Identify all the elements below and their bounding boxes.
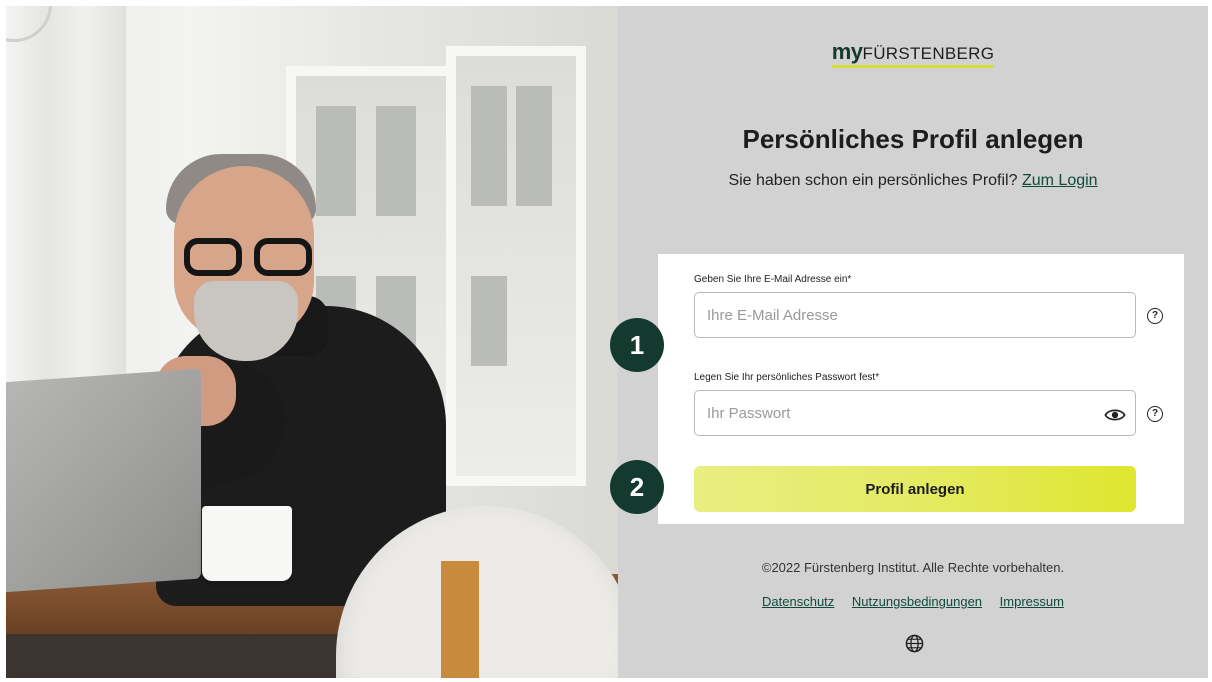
email-input[interactable] xyxy=(694,292,1136,338)
globe-icon[interactable] xyxy=(905,634,924,653)
step-marker-1: 1 xyxy=(610,318,664,372)
password-help-icon[interactable]: ? xyxy=(1147,406,1163,422)
password-input[interactable] xyxy=(694,390,1136,436)
logo-name: FÜRSTENBERG xyxy=(862,44,995,63)
logo-prefix: my xyxy=(831,39,863,64)
hero-photo xyxy=(6,6,620,678)
imprint-link[interactable]: Impressum xyxy=(1000,594,1064,609)
page-frame: myFÜRSTENBERG Persönliches Profil anlege… xyxy=(6,6,1208,678)
brand-logo[interactable]: myFÜRSTENBERG xyxy=(618,39,1208,68)
page-title: Persönliches Profil anlegen xyxy=(742,124,1084,154)
privacy-link[interactable]: Datenschutz xyxy=(762,594,834,609)
password-label: Legen Sie Ihr persönliches Passwort fest… xyxy=(694,372,880,383)
email-label: Geben Sie Ihre E-Mail Adresse ein* xyxy=(694,274,852,285)
login-link[interactable]: Zum Login xyxy=(1022,172,1098,189)
signup-form: Geben Sie Ihre E-Mail Adresse ein* ? Leg… xyxy=(658,254,1184,524)
create-profile-button[interactable]: Profil anlegen xyxy=(694,466,1136,512)
signup-panel: myFÜRSTENBERG Persönliches Profil anlege… xyxy=(610,6,1208,678)
email-help-icon[interactable]: ? xyxy=(1147,308,1163,324)
show-password-icon[interactable] xyxy=(1104,408,1126,422)
step-marker-2: 2 xyxy=(610,460,664,514)
footer-links: Datenschutz Nutzungsbedingungen Impressu… xyxy=(618,594,1208,609)
copyright-text: ©2022 Fürstenberg Institut. Alle Rechte … xyxy=(761,560,1065,575)
terms-link[interactable]: Nutzungsbedingungen xyxy=(852,594,982,609)
login-prompt-text: Sie haben schon ein persönliches Profil? xyxy=(728,172,1018,189)
login-prompt: Sie haben schon ein persönliches Profil?… xyxy=(618,172,1208,190)
